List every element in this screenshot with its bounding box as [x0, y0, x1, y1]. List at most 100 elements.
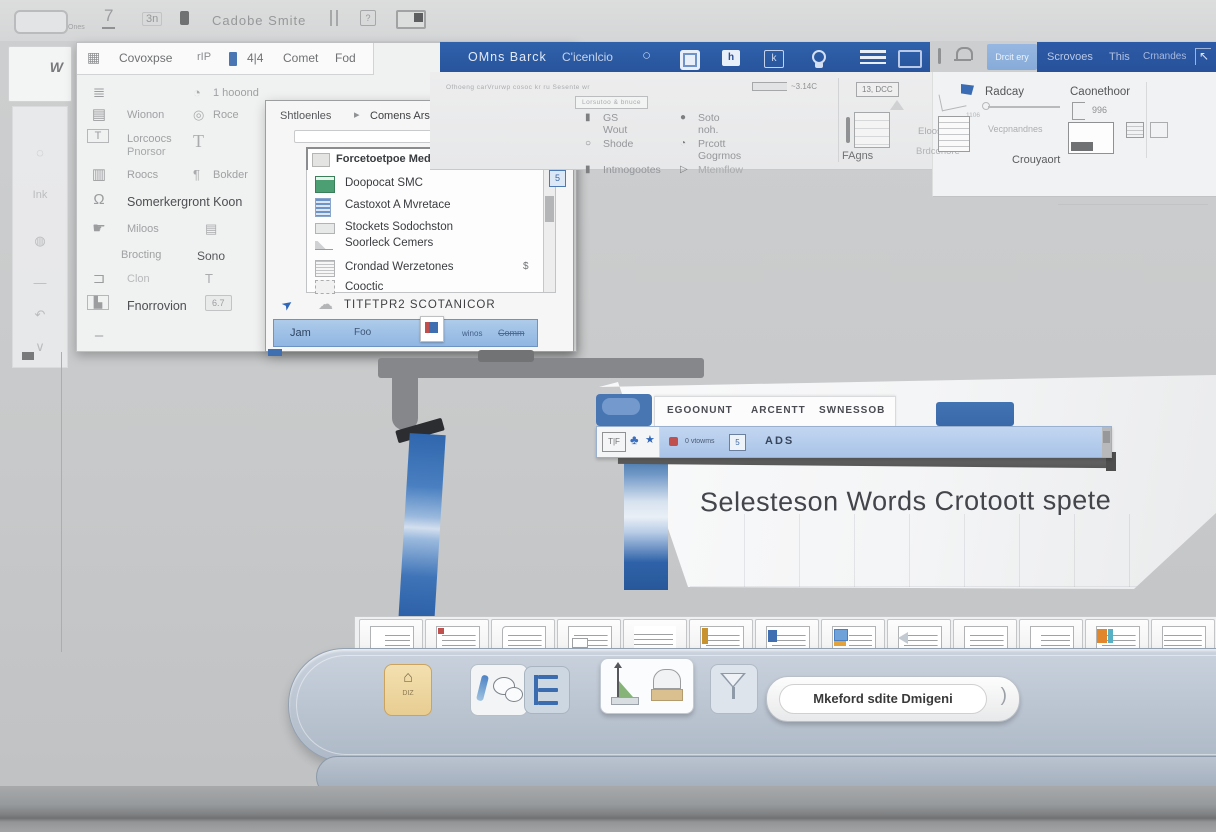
pin-icon[interactable]	[938, 48, 941, 64]
list-button[interactable]	[524, 666, 570, 714]
app-window: Ones 7 3n Cadobe Smite ? W ◌ Ink ◍ — ↶ ∨…	[0, 0, 1216, 832]
panel-underline	[1058, 204, 1208, 205]
right-label-radcay[interactable]: Radcay	[985, 86, 1024, 98]
list-box-icon[interactable]	[1126, 122, 1144, 138]
right-label-caonethoor[interactable]: Caonethoor	[1070, 86, 1130, 98]
tf-box-icon[interactable]: T|F	[602, 432, 626, 452]
ribbon-tab-5[interactable]: Crnandes	[1143, 51, 1186, 62]
views-label: 0 vtowms	[685, 438, 715, 445]
globe-icon[interactable]: ◍	[13, 233, 67, 249]
grid-icon[interactable]: ▦	[87, 49, 100, 66]
funnel-button[interactable]	[710, 664, 758, 714]
titlebar-mark: 7	[102, 6, 115, 29]
list-item[interactable]: Soorleck Cemers	[307, 234, 537, 254]
select-cursor-icon[interactable]: ↖	[1195, 48, 1211, 65]
search-pill[interactable]: Mkeford sdite Dmigeni )	[766, 676, 1020, 722]
toolbar-scroll-cap[interactable]	[1102, 427, 1111, 457]
blue-chip-right[interactable]	[936, 402, 1014, 426]
bar-label-d[interactable]: Comm	[498, 328, 525, 338]
empty-box-icon[interactable]	[1150, 122, 1168, 138]
dropdown-action-bar[interactable]: Jam Foo winos Comm	[273, 319, 538, 347]
club-icon[interactable]: ♣	[630, 432, 639, 447]
chip-5-icon[interactable]: 5	[729, 434, 746, 451]
window-shape-icon[interactable]	[14, 10, 68, 34]
chart-button[interactable]	[600, 658, 694, 714]
list-item[interactable]: Cooctic	[307, 278, 537, 298]
monitor-icon[interactable]	[396, 10, 426, 29]
toolbar-item-fod[interactable]: Fod	[335, 51, 356, 65]
command-label: GS Wout	[603, 112, 627, 136]
menu-item-label: Roocs	[127, 169, 158, 181]
lines-icon: ≣	[87, 83, 111, 101]
toolbar-item-44[interactable]: 4|4	[247, 51, 263, 65]
bell-icon[interactable]	[956, 47, 973, 60]
h-box-icon[interactable]: h	[722, 50, 740, 66]
value-chip: 6.7	[205, 295, 232, 311]
undo-icon[interactable]: ↶	[13, 307, 67, 323]
toolbar-item-covoxpse[interactable]: Covoxpse	[119, 51, 172, 65]
thermo-table-icon[interactable]	[854, 112, 890, 148]
lined-page-icon	[315, 260, 335, 277]
menu-item-label: Somerkergront Koon	[127, 195, 242, 209]
blue-book-icon[interactable]	[229, 52, 237, 66]
command-label: Shode	[603, 138, 633, 150]
doc-tab-2[interactable]: ARCENTT	[751, 405, 806, 416]
person-icon[interactable]	[812, 50, 826, 64]
ribbon-tab-2[interactable]: C'icenlcio	[562, 50, 613, 64]
side-chip-5[interactable]: 5	[549, 170, 566, 187]
funnel-icon-inner	[723, 674, 743, 686]
app-tile-icon[interactable]	[420, 316, 444, 342]
scrollbar[interactable]	[543, 170, 555, 292]
list-item[interactable]: Doopocat SMC	[307, 174, 537, 194]
window-title: Cadobe Smite	[212, 13, 306, 28]
red-marker-icon[interactable]	[669, 437, 678, 446]
dropdown-footer-text: TITFTPR2 SCOTANICOR	[344, 299, 496, 311]
dome-sketch-icon	[653, 669, 681, 689]
combo-icon	[312, 153, 330, 167]
window-preview-icon[interactable]	[1068, 122, 1114, 154]
titlebar-chip[interactable]: 3n	[142, 12, 162, 26]
list-item-label: Doopocat SMC	[345, 177, 423, 189]
k-box-icon[interactable]: k	[764, 50, 784, 68]
chart-box-icon: ▙	[87, 295, 109, 310]
list-lines-icon[interactable]	[860, 50, 886, 64]
circle-icon[interactable]: ○	[642, 47, 651, 64]
dropdown-header-left: Shtloenles	[280, 110, 331, 122]
ads-label: ADS	[765, 435, 794, 447]
home-button[interactable]: ⌂ DIZ	[384, 664, 432, 716]
ribbon-tab-4[interactable]: This	[1109, 51, 1130, 63]
dark-chip-icon[interactable]	[180, 11, 189, 25]
ribbon-tiny-text: Ofhoeng carVrurwp cosoc kr ru Sesente wr	[446, 84, 590, 91]
table-green-icon	[315, 176, 335, 193]
help-box-icon[interactable]: ?	[360, 10, 376, 26]
bar-label-a[interactable]: Jam	[290, 327, 311, 339]
search-icon[interactable]: ◌	[13, 145, 67, 160]
doc-tab-1[interactable]: EGOONUNT	[667, 405, 733, 416]
star-icon[interactable]: ★	[645, 433, 655, 446]
scrollbar-thumb[interactable]	[545, 196, 554, 222]
doc-tab-3[interactable]: SWNESSOB	[819, 405, 885, 416]
list-item[interactable]: Castoxot A Mvretace	[307, 196, 537, 216]
page-icon[interactable]	[680, 50, 700, 70]
toolbar-item-rip[interactable]: rIP	[197, 51, 211, 63]
pause-bars-icon[interactable]	[330, 10, 338, 26]
shapes-button[interactable]	[470, 664, 528, 716]
ribbon-tab-active[interactable]: Drcit ery	[987, 44, 1037, 70]
lined-document-icon[interactable]	[938, 116, 970, 152]
list-item-label: Crondad Werzetones	[345, 261, 453, 273]
bar-label-b[interactable]: Foo	[354, 327, 371, 338]
lined-doc-blue-icon	[315, 198, 331, 217]
search-pill-text[interactable]: Mkeford sdite Dmigeni	[779, 684, 987, 714]
floor-shadow	[0, 786, 1216, 832]
blob-icon	[505, 687, 523, 702]
ribbon-tab-3[interactable]: Scrovoes	[1047, 51, 1093, 63]
outline-box-icon[interactable]	[898, 50, 922, 68]
document-toolbar: T|F ♣ ★ 0 vtowms 5 ADS	[596, 426, 1112, 458]
ink-label[interactable]: Ink	[13, 189, 67, 201]
desk-dark-tab	[478, 350, 534, 362]
ribbon-tab-back[interactable]: OMns Barck	[468, 50, 547, 64]
toolbar-item-comet[interactable]: Comet	[283, 51, 318, 65]
blue-tab-chip[interactable]	[596, 394, 652, 426]
list-item[interactable]: Crondad Werzetones $	[307, 258, 537, 278]
ribbon-tiny-chip: Lorsutoo & bnuce	[575, 96, 648, 109]
